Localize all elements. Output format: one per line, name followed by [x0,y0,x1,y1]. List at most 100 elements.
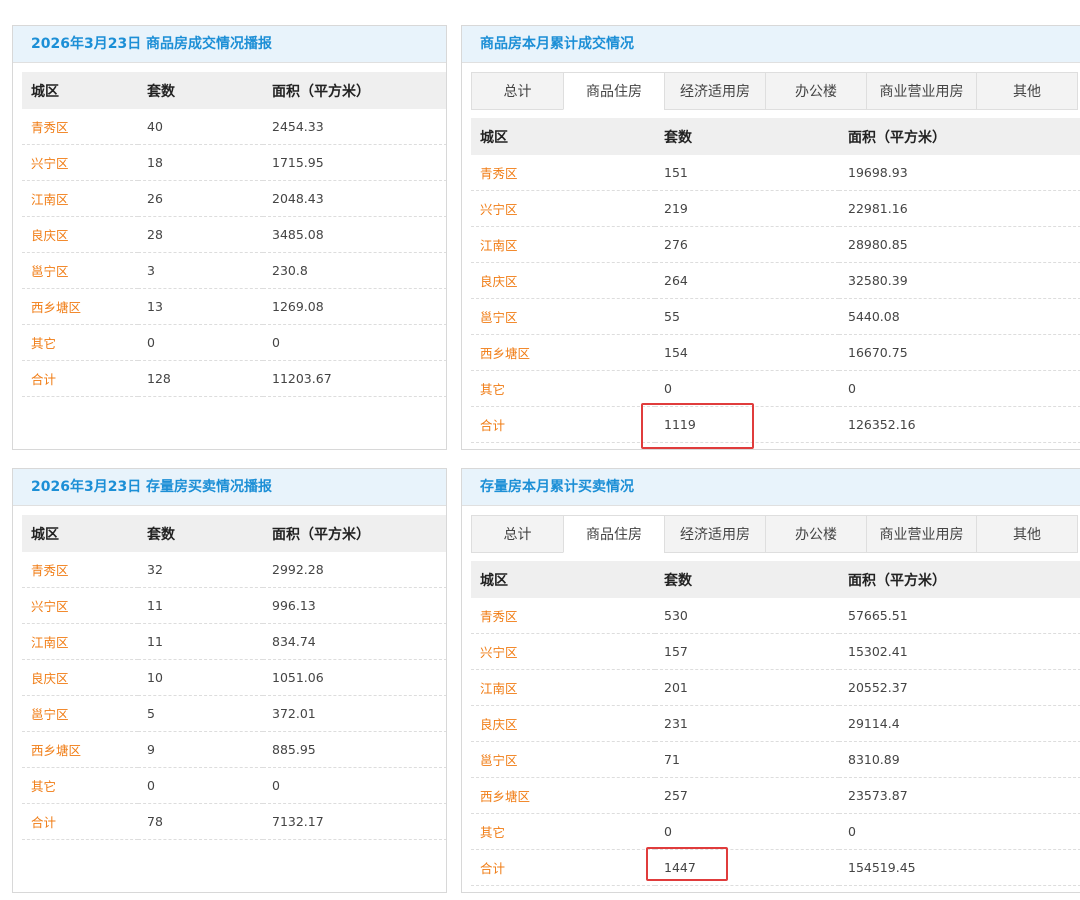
count-cell: 11 [138,587,263,624]
table-row: 青秀区 151 19698.93 [471,155,1080,191]
table-row: 其它 0 0 [22,324,446,361]
table-row: 合计 1119 126352.16 [471,406,1080,443]
tab-0[interactable]: 总计 [471,72,564,110]
data-table: 城区 套数 面积（平方米） 青秀区 530 57665.51 兴宁区 157 15302.41 江… [471,561,1080,886]
table-row: 兴宁区 219 22981.16 [471,190,1080,227]
data-table: 城区 套数 面积（平方米） 青秀区 151 19698.93 兴宁区 219 22981.16 江… [471,118,1080,443]
district-cell: 合计 [22,803,138,840]
count-cell: 128 [138,360,263,397]
area-cell: 230.8 [263,252,446,289]
area-cell: 0 [839,370,1080,407]
column-header: 面积（平方米） [839,118,1080,155]
table-row: 良庆区 264 32580.39 [471,262,1080,299]
district-cell: 江南区 [22,623,138,660]
column-header: 城区 [471,118,655,155]
district-cell: 合计 [471,849,655,886]
table-row: 江南区 276 28980.85 [471,226,1080,263]
area-cell: 32580.39 [839,262,1080,299]
area-cell: 2454.33 [263,109,446,145]
district-cell: 合计 [471,406,655,443]
area-cell: 20552.37 [839,669,1080,706]
panel-title: 2026年3月23日 商品房成交情况播报 [13,26,446,63]
area-cell: 23573.87 [839,777,1080,814]
panel-title: 商品房本月累计成交情况 [462,26,1080,63]
district-cell: 江南区 [471,226,655,263]
table-row: 邕宁区 5 372.01 [22,695,446,732]
tab-5[interactable]: 其他 [976,72,1078,110]
count-cell: 28 [138,216,263,253]
district-cell: 兴宁区 [22,587,138,624]
count-cell: 0 [138,324,263,361]
daily-new-house-panel: 2026年3月23日 商品房成交情况播报 城区 套数 面积（平方米） 青秀区 40 245… [12,25,447,450]
area-cell: 126352.16 [839,406,1080,443]
tab-2[interactable]: 经济适用房 [664,72,766,110]
count-cell: 18 [138,144,263,181]
tab-3[interactable]: 办公楼 [765,515,867,553]
area-cell: 28980.85 [839,226,1080,263]
table-row: 兴宁区 11 996.13 [22,587,446,624]
count-cell: 11 [138,623,263,660]
district-cell: 良庆区 [22,216,138,253]
tab-2[interactable]: 经济适用房 [664,515,766,553]
area-cell: 57665.51 [839,598,1080,634]
count-cell: 40 [138,109,263,145]
monthly-existing-house-panel: 存量房本月累计买卖情况 总计 商品住房 经济适用房 办公楼 商业营业用房 其他 城区 套数面… [461,468,1080,893]
column-header: 套数 [655,561,839,598]
table-row: 青秀区 32 2992.28 [22,552,446,588]
table-row: 良庆区 28 3485.08 [22,216,446,253]
district-cell: 西乡塘区 [471,334,655,371]
count-cell: 32 [138,552,263,588]
district-cell: 西乡塘区 [471,777,655,814]
count-cell: 0 [138,767,263,804]
tab-5[interactable]: 其他 [976,515,1078,553]
count-cell: 78 [138,803,263,840]
table-row: 江南区 11 834.74 [22,623,446,660]
area-cell: 16670.75 [839,334,1080,371]
tab-4[interactable]: 商业营业用房 [866,515,977,553]
district-cell: 江南区 [22,180,138,217]
area-cell: 5440.08 [839,298,1080,335]
count-cell: 0 [655,370,839,407]
area-cell: 1715.95 [263,144,446,181]
district-cell: 青秀区 [22,109,138,145]
area-cell: 996.13 [263,587,446,624]
column-header: 城区 [22,515,138,552]
count-cell: 231 [655,705,839,742]
count-cell: 257 [655,777,839,814]
tab-4[interactable]: 商业营业用房 [866,72,977,110]
tab-0[interactable]: 总计 [471,515,564,553]
tab-bar: 总计 商品住房 经济适用房 办公楼 商业营业用房 其他 [471,72,1080,110]
district-cell: 邕宁区 [22,252,138,289]
area-cell: 1269.08 [263,288,446,325]
table-row: 其它 0 0 [471,813,1080,850]
count-cell: 71 [655,741,839,778]
count-cell: 530 [655,598,839,634]
count-cell: 276 [655,226,839,263]
monthly-new-house-panel: 商品房本月累计成交情况 总计 商品住房 经济适用房 办公楼 商业营业用房 其他 城区 套数面… [461,25,1080,450]
count-cell: 55 [655,298,839,335]
tab-3[interactable]: 办公楼 [765,72,867,110]
table-header-row: 城区 套数 面积（平方米） [471,118,1080,155]
count-cell: 1447 [655,849,839,886]
district-cell: 青秀区 [471,155,655,191]
district-cell: 江南区 [471,669,655,706]
panel-title: 2026年3月23日 存量房买卖情况播报 [13,469,446,506]
district-cell: 青秀区 [471,598,655,634]
table-row: 合计 78 7132.17 [22,803,446,840]
count-cell: 1119 [655,406,839,443]
panel-title: 存量房本月累计买卖情况 [462,469,1080,506]
district-cell: 西乡塘区 [22,288,138,325]
area-cell: 22981.16 [839,190,1080,227]
tab-1[interactable]: 商品住房 [563,515,665,553]
table-header-row: 城区 套数 面积（平方米） [22,515,446,552]
column-header: 面积（平方米） [839,561,1080,598]
tab-1[interactable]: 商品住房 [563,72,665,110]
district-cell: 良庆区 [471,262,655,299]
district-cell: 邕宁区 [471,298,655,335]
table-row: 其它 0 0 [22,767,446,804]
table-row: 其它 0 0 [471,370,1080,407]
table-row: 良庆区 10 1051.06 [22,659,446,696]
count-cell: 0 [655,813,839,850]
table-row: 西乡塘区 9 885.95 [22,731,446,768]
column-header: 套数 [138,72,263,109]
